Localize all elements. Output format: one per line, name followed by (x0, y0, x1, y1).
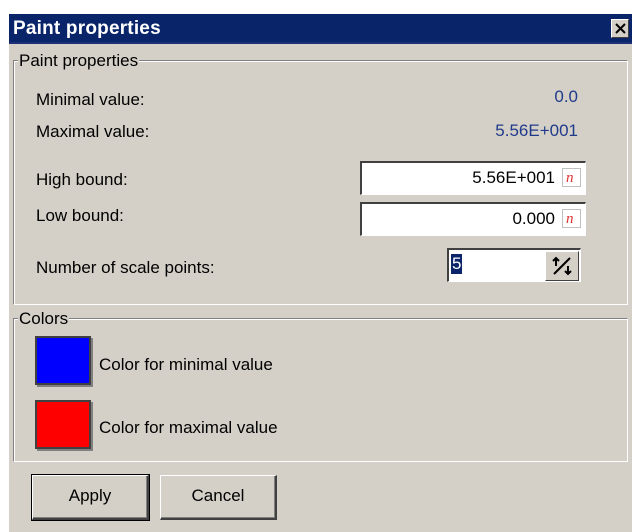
maximal-value: 5.56E+001 (495, 121, 578, 140)
paint-properties-legend: Paint properties (18, 51, 140, 70)
apply-button[interactable]: Apply (31, 474, 150, 521)
spinner-button[interactable] (545, 251, 579, 281)
low-bound-value[interactable]: 0.000 (512, 209, 555, 229)
max-color-swatch[interactable] (35, 400, 91, 449)
minimal-value: 0.0 (554, 87, 578, 106)
min-color-label: Color for minimal value (99, 355, 273, 374)
low-bound-field[interactable]: 0.000 n (360, 202, 586, 236)
scale-points-label: Number of scale points: (36, 258, 215, 277)
close-icon (615, 23, 626, 34)
spinner-arrows-icon (552, 256, 572, 276)
svg-text:n: n (566, 211, 574, 227)
numeric-format-icon[interactable]: n (562, 168, 581, 187)
high-bound-value[interactable]: 5.56E+001 (472, 168, 555, 188)
colors-group (13, 318, 628, 462)
cancel-button-label: Cancel (191, 486, 245, 505)
scale-points-value[interactable]: 5 (451, 254, 463, 274)
maximal-value-label: Maximal value: (36, 122, 150, 141)
svg-text:n: n (566, 170, 574, 186)
apply-button-label: Apply (68, 486, 112, 505)
minimal-value-label: Minimal value: (36, 90, 145, 109)
low-bound-label: Low bound: (36, 206, 124, 225)
close-button[interactable] (611, 19, 629, 38)
high-bound-label: High bound: (36, 170, 128, 189)
min-color-swatch[interactable] (35, 336, 91, 385)
scale-points-spinner[interactable]: 5 (447, 248, 581, 282)
max-color-label: Color for maximal value (99, 418, 278, 437)
title-bar[interactable]: Paint properties (9, 14, 632, 44)
high-bound-field[interactable]: 5.56E+001 n (360, 161, 586, 195)
numeric-format-icon[interactable]: n (562, 209, 581, 228)
paint-properties-dialog: Paint properties Paint properties Minima… (9, 14, 632, 532)
dialog-title: Paint properties (13, 18, 161, 39)
cancel-button[interactable]: Cancel (160, 475, 277, 520)
colors-legend: Colors (18, 309, 70, 328)
